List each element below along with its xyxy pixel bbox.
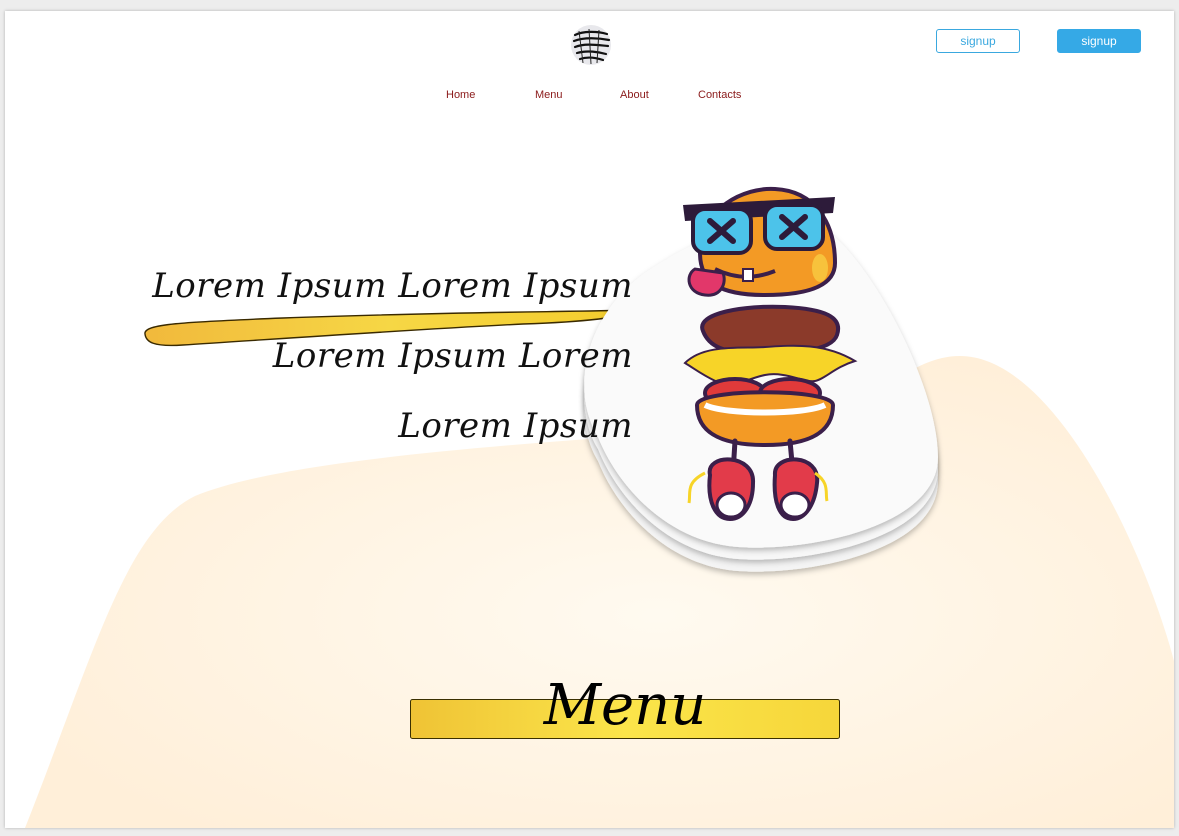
burger-mascot-icon [683, 186, 858, 522]
hero-line-2: Lorem Ipsum Lorem [272, 336, 633, 376]
hero-line-1: Lorem Ipsum Lorem Ipsum [152, 266, 633, 306]
nav-item-contacts[interactable]: Contacts [698, 89, 741, 101]
page-frame: signup signup Home Menu About Contacts L… [5, 11, 1174, 828]
signup-button[interactable]: signup [1057, 29, 1141, 53]
menu-section-title: Menu [543, 673, 707, 738]
hero-line-3: Lorem Ipsum [398, 406, 633, 446]
nav-item-home[interactable]: Home [446, 89, 475, 101]
nav-item-about[interactable]: About [620, 89, 649, 101]
street-burger-logo-icon[interactable] [569, 23, 613, 67]
signin-button[interactable]: signup [936, 29, 1020, 53]
nav-item-menu[interactable]: Menu [535, 89, 563, 101]
